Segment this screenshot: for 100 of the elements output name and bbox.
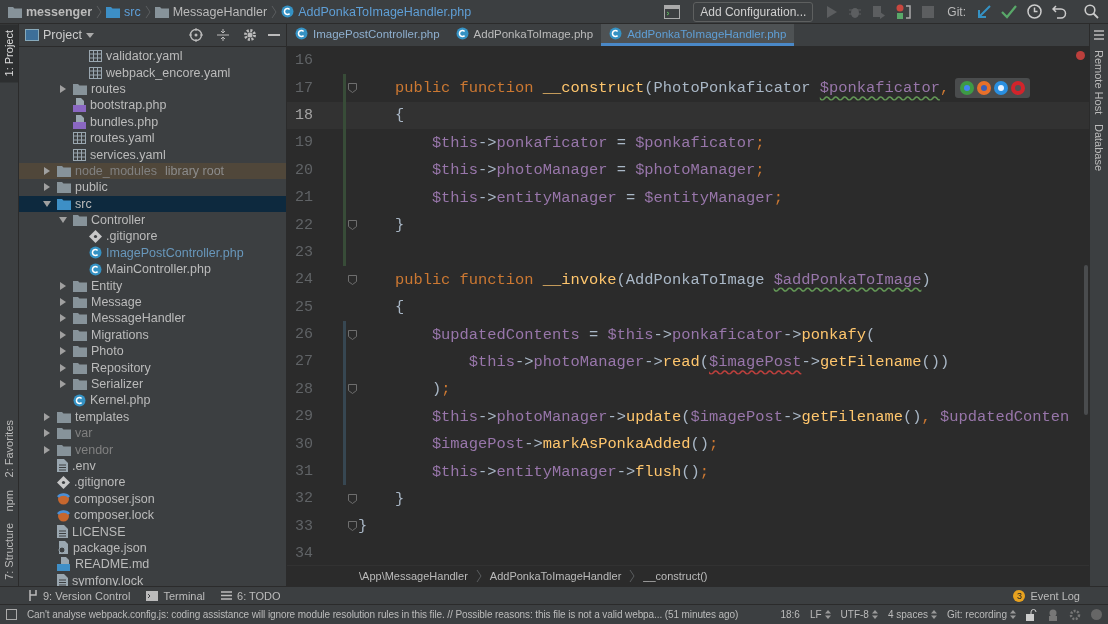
tree-item[interactable]: src [19, 195, 286, 212]
change-marker[interactable] [343, 348, 346, 376]
fold-icon[interactable] [347, 220, 357, 231]
status-item[interactable]: Git: recording [946, 609, 1016, 620]
event-log-button[interactable]: 3 Event Log [1013, 589, 1080, 602]
change-marker[interactable] [343, 129, 346, 157]
collapsed-arrow-icon[interactable] [59, 281, 67, 290]
tree-item[interactable]: .env [19, 457, 286, 475]
breadcrumb-item[interactable]: messenger [8, 4, 92, 19]
gear-icon[interactable] [1069, 608, 1081, 621]
tree-item[interactable]: Kernel.php [19, 392, 286, 409]
breadcrumb-item[interactable]: \App\MessageHandler [359, 570, 468, 582]
tree-item[interactable]: Serializer [19, 375, 286, 393]
tool-window-tab[interactable]: npm [0, 483, 18, 518]
clock-icon[interactable] [1027, 4, 1042, 19]
check-icon[interactable] [1001, 4, 1017, 19]
square-icon[interactable] [6, 609, 17, 620]
collapsed-arrow-icon[interactable] [43, 183, 51, 192]
tool-window-button[interactable]: 6: TODO [221, 589, 281, 602]
expanded-arrow-icon[interactable] [43, 199, 51, 208]
tool-window-tab[interactable]: 1: Project [0, 24, 18, 83]
info-icon[interactable] [1091, 609, 1102, 620]
change-marker[interactable] [343, 211, 346, 239]
collapsed-arrow-icon[interactable] [59, 298, 67, 307]
collapsed-arrow-icon[interactable] [59, 330, 67, 339]
tree-item[interactable]: routes [19, 80, 286, 98]
change-marker[interactable] [343, 457, 346, 486]
breadcrumb-item[interactable]: src [106, 4, 141, 19]
tree-item[interactable]: Repository [19, 359, 286, 376]
tree-item[interactable]: Message [19, 293, 286, 311]
error-icon[interactable] [1076, 51, 1085, 60]
tree-item[interactable]: bootstrap.php [19, 97, 286, 114]
tree-item[interactable]: bundles.php [19, 113, 286, 130]
tool-window-button[interactable]: Terminal [146, 589, 205, 602]
tree-item[interactable]: README.md [19, 556, 286, 573]
fold-icon[interactable] [347, 493, 357, 504]
add-configuration-button[interactable]: Add Configuration... [693, 1, 814, 22]
tree-item[interactable]: MessageHandler [19, 310, 286, 327]
inspector-icon[interactable] [1047, 608, 1059, 621]
change-marker[interactable] [343, 430, 346, 458]
collapse-all-icon[interactable] [216, 28, 230, 42]
scrollbar-thumb[interactable] [1084, 265, 1088, 415]
collapsed-arrow-icon[interactable] [43, 429, 51, 438]
collapsed-arrow-icon[interactable] [43, 412, 51, 421]
terminal-window-icon[interactable] [664, 4, 681, 19]
change-marker[interactable] [343, 183, 346, 212]
reload-icon[interactable] [896, 3, 913, 20]
tree-item[interactable]: .gitignore [19, 228, 286, 245]
collapsed-arrow-icon[interactable] [43, 445, 51, 454]
change-marker[interactable] [343, 403, 346, 431]
change-marker[interactable] [343, 74, 346, 102]
status-item[interactable]: LF [809, 609, 831, 620]
expanded-arrow-icon[interactable] [59, 216, 67, 225]
fold-icon[interactable] [347, 384, 357, 395]
lock-icon[interactable] [1026, 608, 1037, 621]
undo-icon[interactable] [1052, 4, 1067, 19]
tree-item[interactable]: .gitignore [19, 474, 286, 491]
tree-item[interactable]: MainController.php [19, 261, 286, 278]
tree-item[interactable]: Controller [19, 211, 286, 229]
browser-icon[interactable] [994, 81, 1009, 96]
settings-icon[interactable] [243, 28, 257, 42]
fold-icon[interactable] [347, 329, 357, 340]
tree-item[interactable]: webpack_encore.yaml [19, 64, 286, 81]
tree-item[interactable]: composer.lock [19, 506, 286, 524]
tree-item[interactable]: templates [19, 408, 286, 425]
collapsed-arrow-icon[interactable] [59, 380, 67, 388]
fold-icon[interactable] [347, 521, 357, 532]
change-marker[interactable] [343, 156, 346, 184]
tree-item[interactable]: public [19, 179, 286, 196]
tree-item[interactable]: Migrations [19, 326, 286, 344]
tree-item[interactable]: LICENSE [19, 523, 286, 540]
collapsed-arrow-icon[interactable] [43, 166, 51, 175]
collapsed-arrow-icon[interactable] [59, 84, 67, 93]
tree-item[interactable]: routes.yaml [19, 129, 286, 147]
locate-icon[interactable] [189, 28, 203, 42]
arrow-icon[interactable] [977, 4, 991, 19]
tool-window-tab[interactable]: Database [1093, 124, 1105, 172]
editor-tab[interactable]: AddPonkaToImage.php [447, 24, 602, 46]
breadcrumb-item[interactable]: MessageHandler [154, 4, 268, 19]
collapsed-arrow-icon[interactable] [59, 314, 67, 323]
change-marker[interactable] [343, 320, 346, 349]
tree-item[interactable]: ImagePostController.php [19, 244, 286, 262]
run-icon[interactable] [826, 4, 839, 19]
change-marker[interactable] [343, 375, 346, 404]
status-item[interactable]: UTF-8 [840, 609, 878, 620]
tool-window-tab[interactable]: Remote Host [1093, 50, 1105, 115]
status-item[interactable]: 4 spaces [887, 609, 937, 620]
tool-window-button[interactable]: 9: Version Control [28, 589, 131, 602]
tool-window-tab[interactable]: 2: Favorites [0, 414, 18, 484]
collapsed-arrow-icon[interactable] [59, 347, 67, 356]
editor-tab[interactable]: ImagePostController.php [287, 24, 448, 46]
fold-icon[interactable] [347, 274, 357, 285]
tree-item[interactable]: package.json [19, 539, 286, 557]
tree-item[interactable]: services.yaml [19, 146, 286, 163]
project-view-dropdown[interactable]: Project [25, 28, 94, 42]
change-marker[interactable] [343, 238, 346, 267]
search-icon[interactable] [1084, 4, 1099, 19]
minimize-icon[interactable] [268, 33, 280, 37]
status-item[interactable]: 18:6 [780, 609, 800, 620]
tree-item[interactable]: Entity [19, 277, 286, 294]
